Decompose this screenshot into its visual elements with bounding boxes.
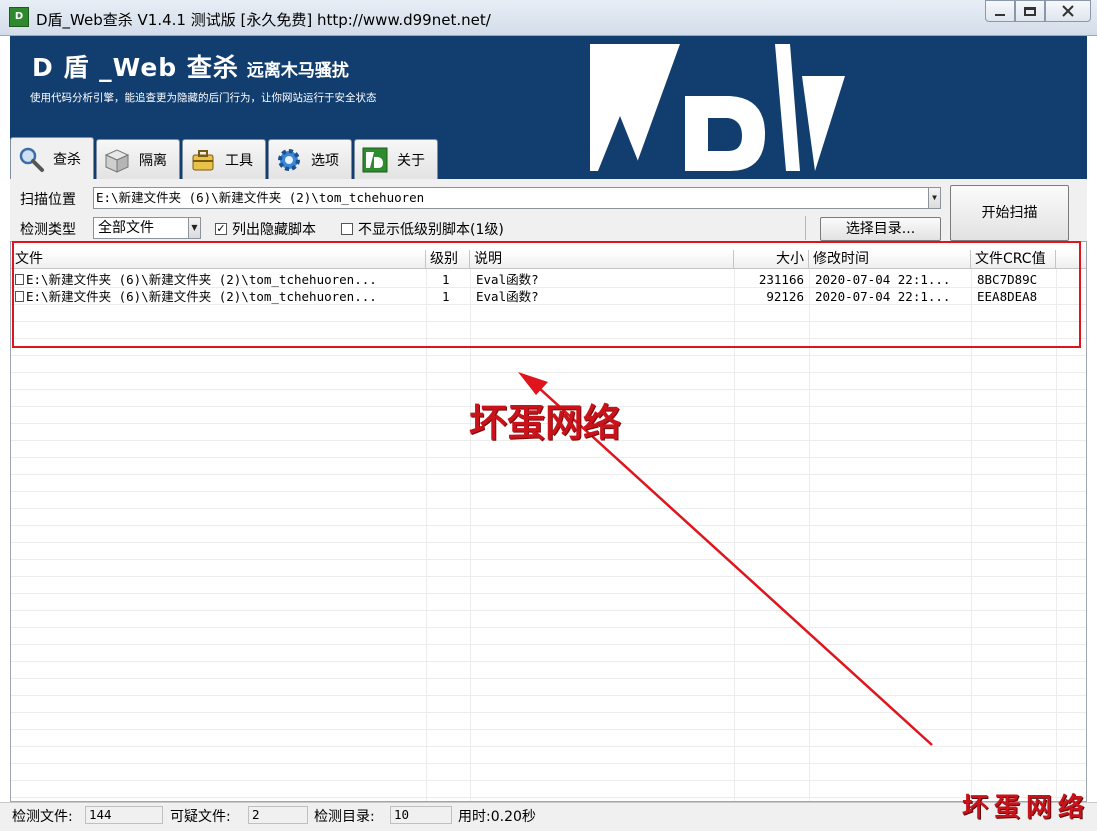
grid-line [11, 627, 1086, 628]
tab-label: 关于 [397, 152, 425, 169]
maximize-button[interactable] [1015, 0, 1045, 22]
detect-type-value: 全部文件 [98, 220, 154, 236]
grid-line [11, 525, 1086, 526]
grid-line [470, 269, 471, 801]
grid-line [11, 763, 1086, 764]
tab-label: 工具 [225, 152, 253, 169]
checked-files-label: 检测文件: [12, 809, 73, 825]
suspicious-files-label: 可疑文件: [170, 809, 231, 825]
tab-bar: 查杀 隔离 工具 选项 关于 [10, 137, 440, 179]
box-icon [104, 148, 130, 173]
elapsed-time: 用时:0.20秒 [458, 809, 536, 825]
hide-low-level-checkbox[interactable]: 不显示低级别脚本(1级) [341, 219, 504, 239]
status-bar: 检测文件: 144 可疑文件: 2 检测目录: 10 用时:0.20秒 [0, 802, 1097, 831]
checkbox-unchecked-icon [341, 223, 353, 235]
minimize-button[interactable] [985, 0, 1015, 22]
scan-location-value: E:\新建文件夹 (6)\新建文件夹 (2)\tom_tchehuoren [96, 190, 425, 205]
separator [805, 216, 806, 240]
d-shield-logo-icon [590, 44, 845, 171]
grid-line [11, 661, 1086, 662]
list-hidden-checkbox[interactable]: ✓ 列出隐藏脚本 [215, 219, 316, 239]
brand-title: D 盾 _Web 查杀 远离木马骚扰 [32, 48, 349, 84]
magnifier-icon [19, 147, 44, 172]
app-icon: D [9, 7, 29, 27]
grid-line [1056, 269, 1057, 801]
grid-line [11, 559, 1086, 560]
detect-type-label: 检测类型 [20, 222, 76, 238]
start-scan-button[interactable]: 开始扫描 [950, 185, 1069, 241]
grid-line [11, 457, 1086, 458]
brand-slogan: 远离木马骚扰 [246, 61, 349, 81]
title-bar: D D盾_Web查杀 V1.4.1 测试版 [永久免费] http://www.… [0, 0, 1097, 36]
chevron-down-icon[interactable]: ▼ [928, 188, 940, 208]
grid-line [11, 372, 1086, 373]
minimize-icon [995, 14, 1005, 16]
tab-about[interactable]: 关于 [354, 139, 438, 179]
checkbox-checked-icon: ✓ [215, 222, 227, 235]
grid-line [11, 474, 1086, 475]
close-icon [1062, 5, 1074, 17]
select-directory-button[interactable]: 选择目录... [820, 217, 941, 241]
grid-line [971, 269, 972, 801]
checked-dirs-label: 检测目录: [314, 809, 375, 825]
d-logo-icon [362, 147, 388, 172]
scan-options-panel: 扫描位置 E:\新建文件夹 (6)\新建文件夹 (2)\tom_tchehuor… [10, 179, 1087, 241]
grid-line [734, 269, 735, 801]
grid-line [11, 508, 1086, 509]
maximize-icon [1024, 6, 1036, 16]
close-button[interactable] [1045, 0, 1091, 22]
tab-label: 查杀 [53, 151, 81, 168]
grid-line [11, 576, 1086, 577]
grid-line [11, 780, 1086, 781]
scan-location-label: 扫描位置 [20, 192, 76, 208]
suspicious-files-value: 2 [248, 806, 308, 824]
grid-line [11, 593, 1086, 594]
tab-options[interactable]: 选项 [268, 139, 352, 179]
gear-icon [278, 148, 300, 171]
annotation-watermark: 坏蛋网络 [469, 400, 622, 445]
tab-tools[interactable]: 工具 [182, 139, 266, 179]
grid-line [809, 269, 810, 801]
grid-line [11, 712, 1086, 713]
tab-label: 隔离 [139, 152, 167, 169]
brand-name: D 盾 _Web 查杀 [32, 53, 239, 82]
grid-line [11, 729, 1086, 730]
grid-line [11, 491, 1086, 492]
grid-line [11, 644, 1086, 645]
grid-line [426, 269, 427, 801]
grid-line [11, 610, 1086, 611]
window-controls [985, 0, 1091, 22]
corner-watermark: 坏蛋网络 [962, 793, 1091, 823]
grid-line [11, 389, 1086, 390]
grid-line [11, 797, 1086, 798]
tagline: 使用代码分析引擎，能追查更为隐藏的后门行为，让你网站运行于安全状态 [30, 92, 377, 104]
window-title: D盾_Web查杀 V1.4.1 测试版 [永久免费] http://www.d9… [36, 11, 491, 29]
grid-line [11, 695, 1086, 696]
annotation-highlight-box [12, 241, 1081, 348]
grid-line [11, 355, 1086, 356]
chevron-down-icon[interactable]: ▼ [188, 218, 200, 238]
toolbox-icon [192, 149, 214, 170]
tab-label: 选项 [311, 152, 339, 169]
checked-files-value: 144 [85, 806, 163, 824]
tab-quarantine[interactable]: 隔离 [96, 139, 180, 179]
hide-low-level-label: 不显示低级别脚本(1级) [358, 222, 504, 238]
tab-scan[interactable]: 查杀 [10, 137, 94, 179]
list-hidden-label: 列出隐藏脚本 [232, 222, 316, 238]
grid-line [11, 678, 1086, 679]
detect-type-select[interactable]: 全部文件 ▼ [93, 217, 201, 239]
checked-dirs-value: 10 [390, 806, 452, 824]
grid-line [11, 746, 1086, 747]
scan-location-combo[interactable]: E:\新建文件夹 (6)\新建文件夹 (2)\tom_tchehuoren ▼ [93, 187, 941, 209]
grid-line [11, 542, 1086, 543]
